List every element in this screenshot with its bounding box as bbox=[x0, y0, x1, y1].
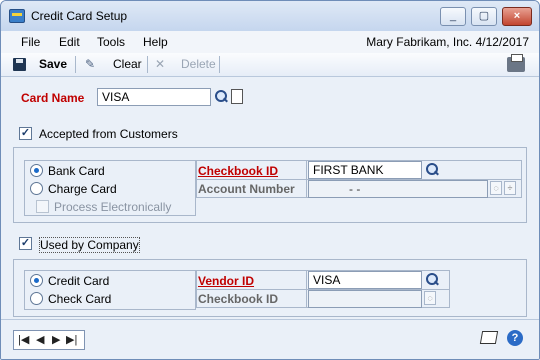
used-by-company-checkbox[interactable]: ✓ bbox=[19, 237, 32, 250]
accepted-from-customers-checkbox[interactable]: ✓ bbox=[19, 127, 32, 140]
note-icon[interactable] bbox=[479, 331, 499, 344]
toolbar-divider bbox=[75, 56, 76, 73]
delete-button[interactable]: Delete bbox=[181, 57, 216, 71]
checkbook-id-field[interactable]: FIRST BANK bbox=[308, 161, 422, 179]
new-document-icon[interactable] bbox=[231, 89, 243, 104]
company-info: Mary Fabrikam, Inc. 4/12/2017 bbox=[366, 35, 529, 49]
company-checkbook-id-field bbox=[308, 290, 422, 308]
menu-file[interactable]: File bbox=[21, 35, 40, 49]
maximize-button[interactable]: ▢ bbox=[471, 7, 497, 26]
save-icon bbox=[13, 58, 26, 71]
toolbar: Save ✎ Clear ✕ Delete bbox=[1, 53, 539, 77]
minimize-button[interactable]: _ bbox=[440, 7, 466, 26]
magnifier-icon[interactable] bbox=[424, 272, 440, 288]
customer-card-panel: Bank Card Charge Card Process Electronic… bbox=[13, 147, 527, 223]
vendor-id-field[interactable]: VISA bbox=[308, 271, 422, 289]
bank-card-radio[interactable] bbox=[30, 164, 43, 177]
check-card-label: Check Card bbox=[48, 292, 112, 306]
clear-button[interactable]: Clear bbox=[113, 57, 142, 71]
expand-button[interactable]: ◌ bbox=[424, 291, 436, 305]
first-record-button[interactable]: |◀ bbox=[18, 333, 29, 346]
card-name-label: Card Name bbox=[21, 91, 85, 105]
magnifier-icon[interactable] bbox=[424, 162, 440, 178]
printer-icon[interactable] bbox=[507, 54, 525, 72]
close-button[interactable]: × bbox=[502, 7, 532, 26]
save-button[interactable]: Save bbox=[39, 57, 67, 71]
stepper-icon[interactable]: ÷ bbox=[504, 181, 516, 195]
vendor-id-label[interactable]: Vendor ID bbox=[198, 274, 254, 288]
account-number-field: - - bbox=[308, 180, 488, 198]
charge-card-label: Charge Card bbox=[48, 182, 117, 196]
next-record-button[interactable]: ▶ bbox=[52, 333, 60, 346]
delete-icon: ✕ bbox=[155, 57, 166, 71]
account-number-label: Account Number bbox=[198, 182, 295, 196]
used-by-company-label: Used by Company bbox=[39, 237, 140, 253]
charge-card-radio[interactable] bbox=[30, 182, 43, 195]
magnifier-icon[interactable] bbox=[213, 89, 229, 105]
title-bar: Credit Card Setup _ ▢ × bbox=[1, 1, 539, 31]
credit-card-label: Credit Card bbox=[48, 274, 110, 288]
check-card-radio[interactable] bbox=[30, 292, 43, 305]
company-checkbook-id-label: Checkbook ID bbox=[198, 292, 279, 306]
clear-icon: ✎ bbox=[85, 57, 96, 71]
app-icon bbox=[9, 9, 25, 23]
accepted-from-customers-label: Accepted from Customers bbox=[39, 127, 178, 141]
window-title: Credit Card Setup bbox=[31, 9, 128, 23]
process-electronically-checkbox[interactable] bbox=[36, 200, 49, 213]
status-bar: |◀ ◀ ▶ ▶| ? bbox=[1, 319, 539, 359]
previous-record-button[interactable]: ◀ bbox=[36, 333, 44, 346]
company-card-panel: Credit Card Check Card Vendor ID VISA Ch… bbox=[13, 259, 527, 317]
card-name-field[interactable]: VISA bbox=[97, 88, 211, 106]
menu-edit[interactable]: Edit bbox=[59, 35, 80, 49]
help-icon[interactable]: ? bbox=[507, 330, 523, 346]
checkbook-id-label[interactable]: Checkbook ID bbox=[198, 164, 278, 178]
process-electronically-label: Process Electronically bbox=[54, 200, 172, 214]
credit-card-setup-window: Credit Card Setup _ ▢ × File Edit Tools … bbox=[0, 0, 540, 360]
toolbar-divider bbox=[219, 56, 220, 73]
bank-card-label: Bank Card bbox=[48, 164, 105, 178]
record-navigation: |◀ ◀ ▶ ▶| bbox=[13, 330, 85, 350]
menu-bar: File Edit Tools Help Mary Fabrikam, Inc.… bbox=[1, 31, 539, 53]
last-record-button[interactable]: ▶| bbox=[66, 333, 77, 346]
expand-button[interactable]: ◌ bbox=[490, 181, 502, 195]
menu-tools[interactable]: Tools bbox=[97, 35, 125, 49]
menu-help[interactable]: Help bbox=[143, 35, 168, 49]
credit-card-radio[interactable] bbox=[30, 274, 43, 287]
toolbar-divider bbox=[147, 56, 148, 73]
